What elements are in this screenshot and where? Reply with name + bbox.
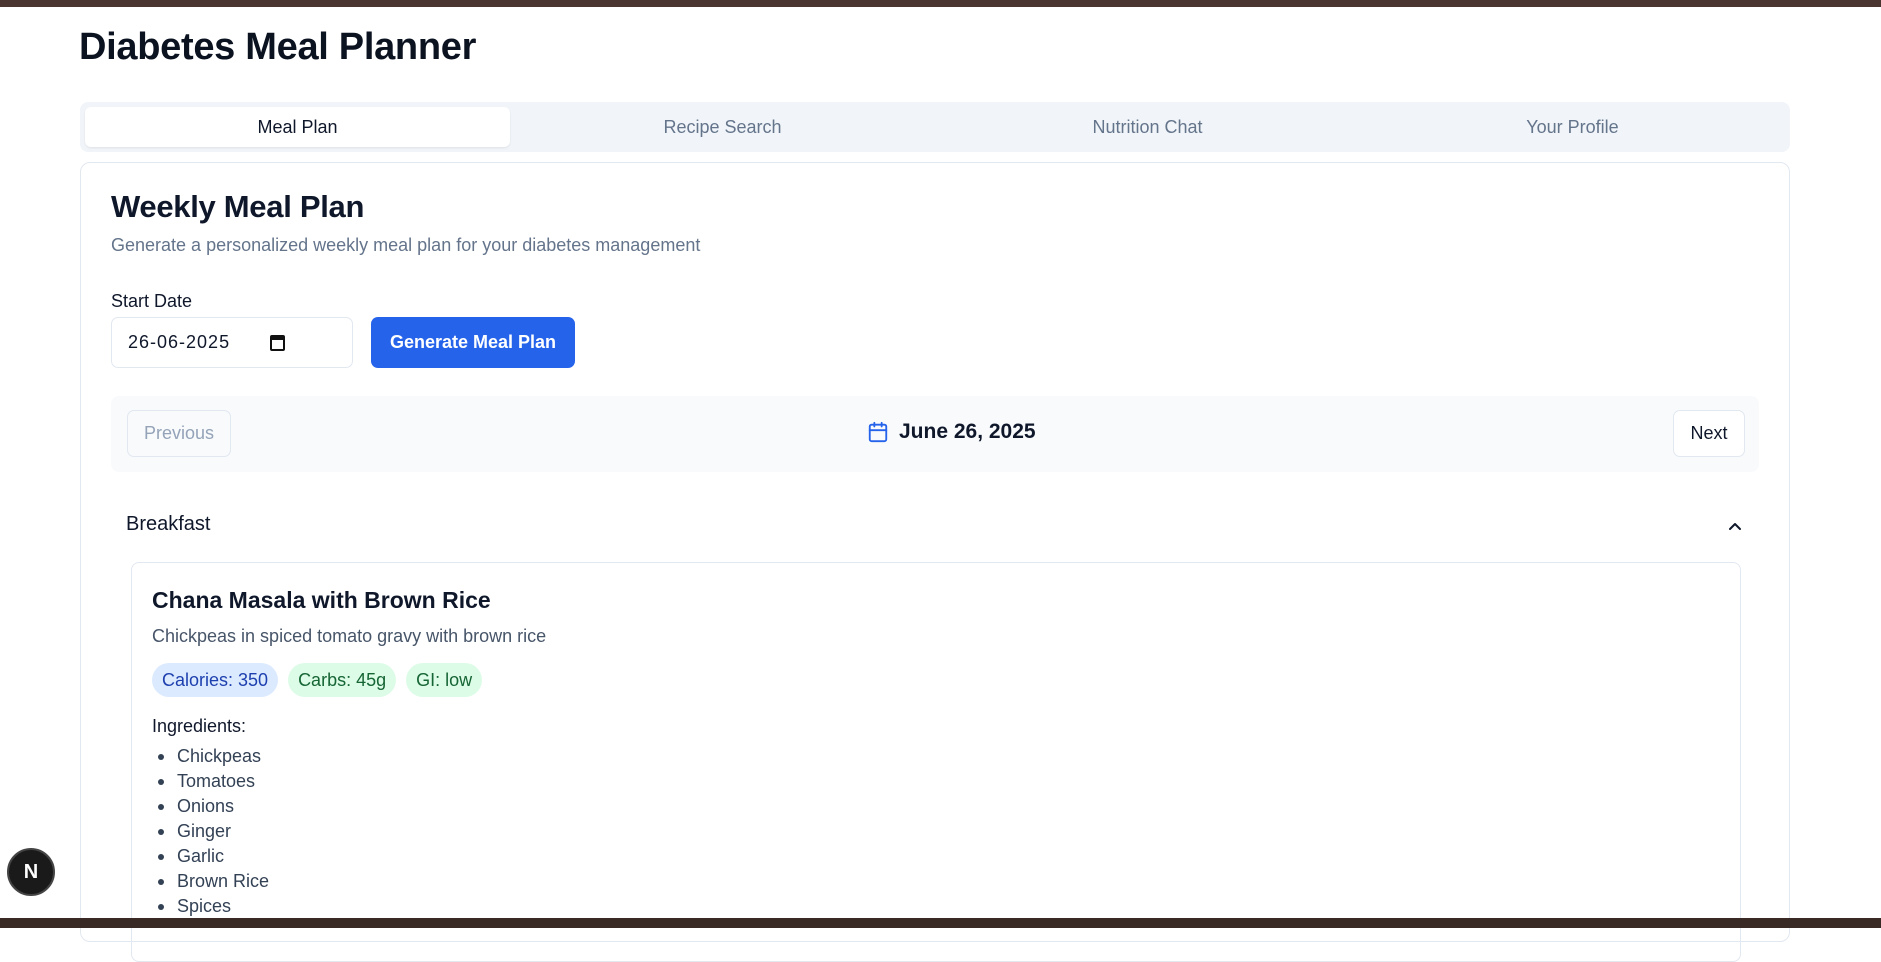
start-date-label: Start Date [111,291,193,311]
ingredient-item: Tomatoes [157,769,269,794]
next-button[interactable]: Next [1673,410,1745,457]
ingredient-item: Chickpeas [157,744,269,769]
ingredient-item: Brown Rice [157,869,269,894]
ingredient-item: Garlic [157,844,269,869]
dev-tools-badge[interactable]: N [7,848,55,896]
previous-button[interactable]: Previous [127,410,231,457]
taskbar-strip [0,918,1881,928]
tab-bar: Meal Plan Recipe Search Nutrition Chat Y… [80,102,1790,152]
ingredient-item: Ginger [157,819,269,844]
chevron-up-icon[interactable] [1726,519,1744,533]
tab-meal-plan[interactable]: Meal Plan [85,107,510,147]
current-date-text: June 26, 2025 [899,420,1036,443]
card-title: Weekly Meal Plan [111,189,365,224]
ingredients-heading: Ingredients: [152,716,247,736]
date-navigation: Previous June 26, 2025 Next [111,396,1759,472]
tab-your-profile[interactable]: Your Profile [1360,107,1785,147]
tab-recipe-search[interactable]: Recipe Search [510,107,935,147]
meal-description: Chickpeas in spiced tomato gravy with br… [152,626,547,646]
ingredient-item: Spices [157,894,269,919]
meal-plan-card: Weekly Meal Plan Generate a personalized… [80,162,1790,962]
ingredient-item: Onions [157,794,269,819]
card-description: Generate a personalized weekly meal plan… [111,235,701,255]
gi-badge: GI: low [406,663,483,697]
meal-card: Chana Masala with Brown Rice Chickpeas i… [131,562,1741,962]
meal-name: Chana Masala with Brown Rice [152,587,491,613]
nutrition-badges: Calories: 350 Carbs: 45g GI: low [152,663,483,697]
date-picker-icon[interactable] [270,335,285,351]
breakfast-section-header[interactable]: Breakfast [126,513,210,536]
current-date-display: June 26, 2025 [867,420,1036,444]
carbs-badge: Carbs: 45g [288,663,397,697]
app-title: Diabetes Meal Planner [79,26,477,68]
tab-nutrition-chat[interactable]: Nutrition Chat [935,107,1360,147]
window-top-border [0,0,1881,7]
start-date-value: 26-06-2025 [128,332,231,352]
calendar-icon [868,421,888,443]
generate-meal-plan-button[interactable]: Generate Meal Plan [371,317,575,368]
ingredients-list: Chickpeas Tomatoes Onions Ginger Garlic … [157,744,269,919]
start-date-input[interactable]: 26-06-2025 [111,317,353,368]
calories-badge: Calories: 350 [152,663,279,697]
